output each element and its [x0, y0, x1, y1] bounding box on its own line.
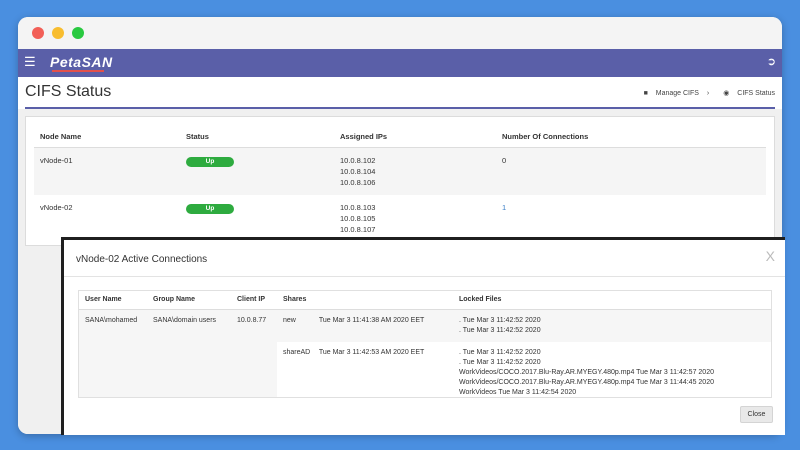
assigned-ips: 10.0.8.102 10.0.8.104 10.0.8.106: [334, 147, 496, 195]
locked-file: WorkVideos Tue Mar 3 11:42:54 2020: [459, 389, 577, 396]
eye-icon: ◉: [723, 90, 730, 97]
close-button[interactable]: Close: [740, 406, 773, 423]
page-title: CIFS Status: [25, 83, 112, 100]
column-header: Client IP: [231, 291, 277, 310]
breadcrumb-label: CIFS Status: [737, 90, 775, 97]
logo-underline: [52, 70, 104, 72]
breadcrumb-item-manage-cifs[interactable]: ■ Manage CIFS: [638, 90, 699, 97]
client-ip: 10.0.8.77: [231, 309, 277, 397]
table-row: vNode-02 Up 10.0.8.103 10.0.8.105 10.0.8…: [34, 195, 766, 242]
share-entry: new Tue Mar 3 11:41:38 AM 2020 EET: [277, 309, 453, 342]
column-header: Locked Files: [453, 291, 771, 310]
locked-file: . Tue Mar 3 11:42:52 2020: [459, 327, 541, 334]
sign-out-icon[interactable]: ➲: [767, 55, 776, 68]
folder-icon: ■: [643, 90, 648, 97]
status-badge: Up: [186, 157, 234, 167]
locked-file: WorkVideos/COCO.2017.Blu-Ray.AR.MYEGY.48…: [459, 369, 714, 376]
ip-address: 10.0.8.107: [340, 225, 376, 234]
ip-address: 10.0.8.106: [340, 178, 376, 187]
breadcrumb-item-cifs-status: ◉ CIFS Status: [717, 90, 775, 97]
breadcrumb: ■ Manage CIFS › ◉ CIFS Status: [632, 89, 775, 97]
group-name: SANA\domain users: [147, 309, 231, 397]
app-logo[interactable]: PetaSAN: [50, 54, 113, 70]
breadcrumb-separator: ›: [706, 90, 710, 97]
column-header: Group Name: [147, 291, 231, 310]
column-header: Node Name: [34, 127, 180, 148]
locked-file: . Tue Mar 3 11:42:52 2020: [459, 359, 541, 366]
locked-files: . Tue Mar 3 11:42:52 2020 . Tue Mar 3 11…: [453, 342, 771, 397]
column-header: User Name: [79, 291, 147, 310]
share-name: new: [283, 317, 296, 324]
ip-address: 10.0.8.102: [340, 156, 376, 165]
ip-address: 10.0.8.103: [340, 203, 376, 212]
modal-divider: [64, 276, 785, 277]
share-time: Tue Mar 3 11:42:53 AM 2020 EET: [318, 349, 425, 356]
column-header: Status: [180, 127, 334, 148]
breadcrumb-label: Manage CIFS: [655, 90, 699, 97]
share-entry: shareAD Tue Mar 3 11:42:53 AM 2020 EET: [277, 342, 453, 397]
assigned-ips: 10.0.8.103 10.0.8.105 10.0.8.107: [334, 195, 496, 242]
share-name: shareAD: [283, 349, 311, 356]
ip-address: 10.0.8.105: [340, 214, 376, 223]
locked-file: . Tue Mar 3 11:42:52 2020: [459, 349, 541, 356]
connection-count-link[interactable]: 1: [502, 203, 506, 212]
menu-icon[interactable]: ☰: [24, 54, 36, 70]
table-row: vNode-01 Up 10.0.8.102 10.0.8.104 10.0.8…: [34, 147, 766, 195]
ip-address: 10.0.8.104: [340, 167, 376, 176]
minimize-window-button[interactable]: [52, 27, 64, 39]
share-time: Tue Mar 3 11:41:38 AM 2020 EET: [318, 317, 425, 324]
cifs-status-table: Node Name Status Assigned IPs Number Of …: [34, 127, 766, 242]
column-header: Assigned IPs: [334, 127, 496, 148]
locked-file: WorkVideos/COCO.2017.Blu-Ray.AR.MYEGY.48…: [459, 379, 714, 386]
locked-file: . Tue Mar 3 11:42:52 2020: [459, 317, 541, 324]
status-badge: Up: [186, 204, 234, 214]
window-titlebar: [18, 17, 782, 49]
active-connections-modal: vNode-02 Active Connections X User Name …: [61, 237, 785, 435]
top-navbar: ☰ PetaSAN ➲: [18, 49, 782, 77]
node-name: vNode-02: [40, 203, 73, 212]
modal-title: vNode-02 Active Connections: [76, 254, 208, 265]
close-window-button[interactable]: [32, 27, 44, 39]
node-name: vNode-01: [34, 147, 180, 195]
page-header: CIFS Status ■ Manage CIFS › ◉ CIFS Statu…: [25, 77, 775, 109]
connection-count: 0: [496, 147, 766, 195]
user-name: SANA\mohamed: [79, 309, 147, 397]
column-header: Number Of Connections: [496, 127, 766, 148]
table-row: SANA\mohamed SANA\domain users 10.0.8.77…: [79, 309, 771, 397]
column-header: Shares: [277, 291, 453, 310]
locked-files: . Tue Mar 3 11:42:52 2020 . Tue Mar 3 11…: [453, 309, 771, 342]
cifs-status-panel: Node Name Status Assigned IPs Number Of …: [25, 116, 775, 246]
connections-table: User Name Group Name Client IP Shares Lo…: [79, 291, 771, 397]
connections-panel: User Name Group Name Client IP Shares Lo…: [78, 290, 772, 398]
modal-close-icon[interactable]: X: [766, 248, 775, 264]
maximize-window-button[interactable]: [72, 27, 84, 39]
